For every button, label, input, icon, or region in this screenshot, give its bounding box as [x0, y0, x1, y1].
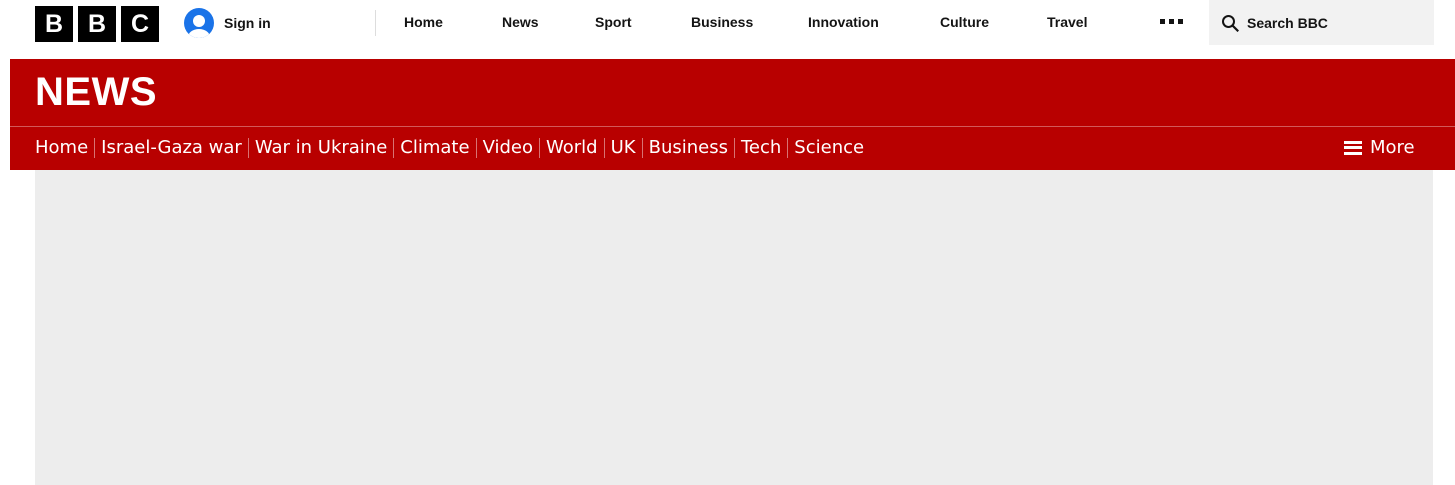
- subnav-item-video[interactable]: Video: [483, 137, 533, 158]
- subnav-separator: [393, 137, 395, 158]
- news-subnav: Home Israel-Gaza war War in Ukraine Clim…: [35, 137, 864, 158]
- search-label: Search BBC: [1247, 14, 1328, 31]
- global-nav-sport[interactable]: Sport: [595, 14, 632, 30]
- global-nav-business[interactable]: Business: [691, 14, 753, 30]
- dot: [1169, 19, 1174, 24]
- subnav-separator: [733, 137, 735, 158]
- bbc-logo-letter: C: [121, 6, 159, 42]
- subnav-item-israel-gaza-war[interactable]: Israel-Gaza war: [101, 137, 242, 158]
- sign-in-label: Sign in: [224, 15, 271, 31]
- more-menu-button[interactable]: More: [1344, 137, 1415, 158]
- global-nav-travel[interactable]: Travel: [1047, 14, 1087, 30]
- subnav-item-home[interactable]: Home: [35, 137, 88, 158]
- subnav-separator: [475, 137, 477, 158]
- subnav-separator: [641, 137, 643, 158]
- global-nav-news[interactable]: News: [502, 14, 539, 30]
- search-icon: [1221, 14, 1239, 32]
- subnav-item-world[interactable]: World: [546, 137, 598, 158]
- subnav-item-tech[interactable]: Tech: [741, 137, 781, 158]
- news-header-divider: [10, 126, 1455, 127]
- bbc-logo-letter: B: [35, 6, 73, 42]
- news-header: NEWS Home Israel-Gaza war War in Ukraine…: [10, 59, 1455, 170]
- user-avatar-icon: [184, 8, 214, 38]
- header-divider: [375, 10, 376, 36]
- global-nav-culture[interactable]: Culture: [940, 14, 989, 30]
- more-dots-icon[interactable]: [1160, 19, 1183, 24]
- hamburger-icon: [1344, 140, 1362, 155]
- subnav-separator: [539, 137, 541, 158]
- subnav-separator: [603, 137, 605, 158]
- dot: [1160, 19, 1165, 24]
- subnav-item-business[interactable]: Business: [649, 137, 728, 158]
- subnav-item-climate[interactable]: Climate: [400, 137, 469, 158]
- subnav-item-science[interactable]: Science: [794, 137, 864, 158]
- bbc-logo-letter: B: [78, 6, 116, 42]
- subnav-separator: [94, 137, 96, 158]
- dot: [1178, 19, 1183, 24]
- news-title-logo[interactable]: NEWS: [35, 70, 157, 115]
- subnav-item-uk[interactable]: UK: [611, 137, 636, 158]
- bbc-logo[interactable]: B B C: [35, 6, 159, 42]
- global-nav-innovation[interactable]: Innovation: [808, 14, 879, 30]
- subnav-item-war-in-ukraine[interactable]: War in Ukraine: [255, 137, 387, 158]
- sign-in-button[interactable]: Sign in: [184, 8, 271, 38]
- content-placeholder: [35, 170, 1433, 485]
- search-bbc-button[interactable]: Search BBC: [1209, 0, 1434, 45]
- global-header: B B C Sign in Home News Sport Business I…: [0, 0, 1455, 59]
- global-nav-home[interactable]: Home: [404, 14, 443, 30]
- more-label: More: [1370, 137, 1415, 158]
- subnav-separator: [247, 137, 249, 158]
- subnav-separator: [787, 137, 789, 158]
